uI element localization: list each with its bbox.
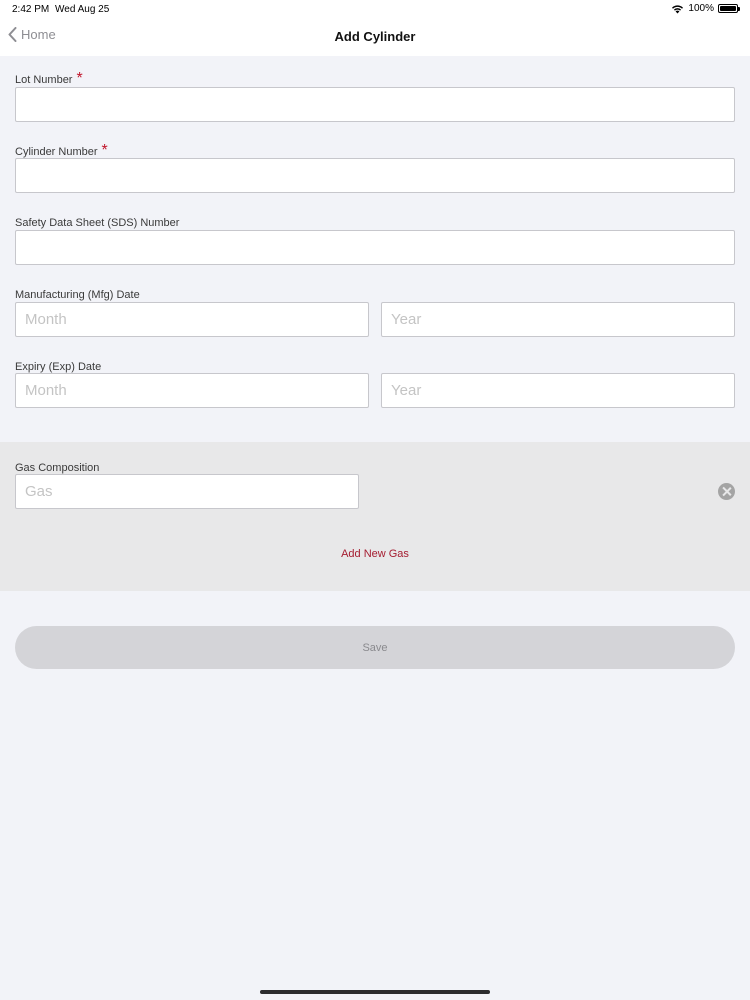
add-new-gas-button[interactable]: Add New Gas bbox=[0, 548, 750, 560]
sds-number-input[interactable] bbox=[15, 230, 735, 265]
remove-gas-icon[interactable] bbox=[718, 483, 735, 500]
mfg-month-input[interactable] bbox=[15, 302, 369, 337]
battery-percent: 100% bbox=[688, 3, 714, 14]
mfg-year-input[interactable] bbox=[381, 302, 735, 337]
required-marker: * bbox=[76, 70, 83, 87]
sds-number-label: Safety Data Sheet (SDS) Number bbox=[15, 217, 180, 229]
lot-number-label-row: Lot Number * bbox=[15, 70, 83, 88]
status-bar: 2:42 PM Wed Aug 25 100% bbox=[0, 0, 750, 18]
lot-number-input[interactable] bbox=[15, 87, 735, 122]
gas-composition-section bbox=[0, 442, 750, 591]
gas-input[interactable] bbox=[15, 474, 359, 509]
mfg-date-label-row: Manufacturing (Mfg) Date bbox=[15, 285, 140, 303]
page-title: Add Cylinder bbox=[334, 29, 416, 44]
wifi-icon bbox=[672, 4, 684, 13]
exp-month-input[interactable] bbox=[15, 373, 369, 408]
status-right: 100% bbox=[671, 3, 740, 14]
mfg-date-label: Manufacturing (Mfg) Date bbox=[15, 289, 140, 301]
required-marker: * bbox=[101, 142, 108, 159]
exp-year-input[interactable] bbox=[381, 373, 735, 408]
home-indicator bbox=[260, 990, 490, 994]
status-time: 2:42 PM bbox=[12, 4, 50, 15]
sds-number-label-row: Safety Data Sheet (SDS) Number bbox=[15, 213, 179, 231]
battery-icon bbox=[718, 4, 740, 13]
cylinder-number-input[interactable] bbox=[15, 158, 735, 193]
save-button[interactable]: Save bbox=[15, 626, 735, 669]
exp-date-label: Expiry (Exp) Date bbox=[15, 361, 102, 373]
cylinder-number-label: Cylinder Number bbox=[15, 146, 98, 158]
battery-fill bbox=[720, 6, 736, 11]
nav-bar: Home Add Cylinder bbox=[0, 18, 750, 56]
gas-composition-label: Gas Composition bbox=[15, 462, 100, 474]
lot-number-label: Lot Number bbox=[15, 74, 73, 86]
status-date: Wed Aug 25 bbox=[55, 4, 110, 15]
